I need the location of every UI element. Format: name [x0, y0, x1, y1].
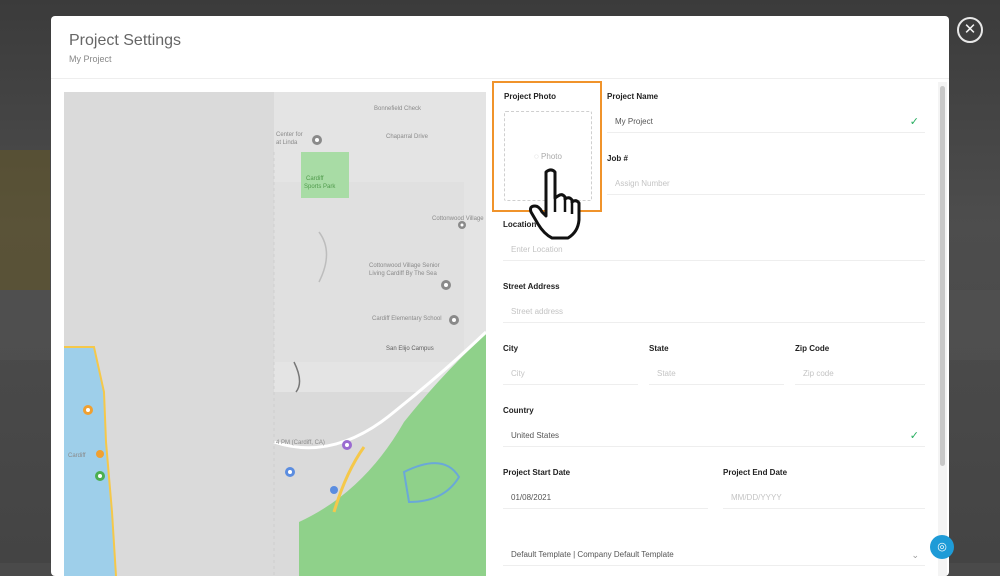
zip-code-label: Zip Code: [795, 344, 830, 353]
map-label: Bonnefield Check: [374, 106, 422, 112]
backdrop-glow: [0, 150, 50, 290]
park-area: [301, 152, 349, 198]
scrollbar-thumb[interactable]: [940, 86, 945, 466]
map-pin-icon: [95, 471, 105, 481]
form-scrollbar[interactable]: [938, 82, 947, 576]
project-name-value: My Project: [615, 117, 653, 126]
job-number-label: Job #: [607, 154, 628, 163]
map-pin-icon: [83, 405, 93, 415]
street-address-field[interactable]: Street address: [503, 301, 925, 323]
map-label: Cardiff: [68, 453, 86, 459]
map-label: 4 PM (Cardiff, CA): [276, 440, 325, 446]
map-label: Living Cardiff By The Sea: [369, 271, 437, 277]
map-label: Cardiff Elementary School: [372, 316, 442, 322]
map-label: San Elijo Campus: [386, 346, 434, 352]
map-pin-icon: [441, 280, 451, 290]
close-icon: ✕: [963, 21, 977, 38]
map-label: Cottonwood Village Senior: [369, 263, 440, 269]
map-pin-icon: [458, 221, 466, 229]
location-map[interactable]: Bonnefield Check Chaparral Drive Center …: [64, 92, 486, 576]
state-label: State: [649, 344, 669, 353]
template-value: Default Template | Company Default Templ…: [511, 550, 674, 559]
state-field[interactable]: State: [649, 363, 784, 385]
close-button[interactable]: ✕: [957, 17, 983, 43]
map-label: Cottonwood Village: [432, 216, 484, 222]
map-label: Sports Park: [304, 184, 336, 190]
map-label: Center for: [276, 132, 303, 138]
end-date-field[interactable]: MM/DD/YYYY: [723, 487, 925, 509]
map-pin-icon: [96, 450, 104, 458]
modal-title: Project Settings: [69, 32, 182, 49]
check-icon: ✓: [909, 430, 919, 442]
map-label: Chaparral Drive: [386, 134, 429, 140]
project-name-label: Project Name: [607, 92, 659, 101]
map-label: at Linda: [276, 140, 298, 146]
project-name-field[interactable]: My Project ✓: [607, 111, 925, 133]
city-label: City: [503, 344, 519, 353]
start-date-label: Project Start Date: [503, 468, 571, 477]
map-svg: Bonnefield Check Chaparral Drive Center …: [64, 92, 486, 576]
modal-subtitle: My Project: [69, 54, 112, 64]
map-pin-icon: [312, 135, 322, 145]
map-pin-icon: [285, 467, 295, 477]
location-field[interactable]: Enter Location: [503, 239, 925, 261]
end-date-label: Project End Date: [723, 468, 788, 477]
zip-code-field[interactable]: Zip code: [795, 363, 925, 385]
start-date-field[interactable]: 01/08/2021: [503, 487, 708, 509]
job-number-field[interactable]: Assign Number: [607, 173, 925, 195]
city-field[interactable]: City: [503, 363, 638, 385]
map-label: Cardiff: [306, 176, 324, 182]
check-icon: ✓: [909, 116, 919, 128]
country-field[interactable]: United States ✓: [503, 425, 925, 447]
map-pin-icon: [342, 440, 352, 450]
settings-modal: Project Settings My Project Bonnefield C…: [51, 16, 949, 576]
chat-help-icon: ◎: [937, 541, 947, 553]
modal-header: Project Settings My Project: [51, 16, 949, 79]
country-label: Country: [503, 406, 534, 415]
map-pin-icon: [449, 315, 459, 325]
hand-pointer-icon: [529, 168, 581, 240]
help-chat-button[interactable]: ◎: [930, 535, 954, 559]
map-pin-icon: [330, 486, 338, 494]
project-form: Project Name My Project ✓ Job # Assign N…: [492, 78, 937, 576]
country-value: United States: [511, 431, 560, 440]
street-address-label: Street Address: [503, 282, 560, 291]
